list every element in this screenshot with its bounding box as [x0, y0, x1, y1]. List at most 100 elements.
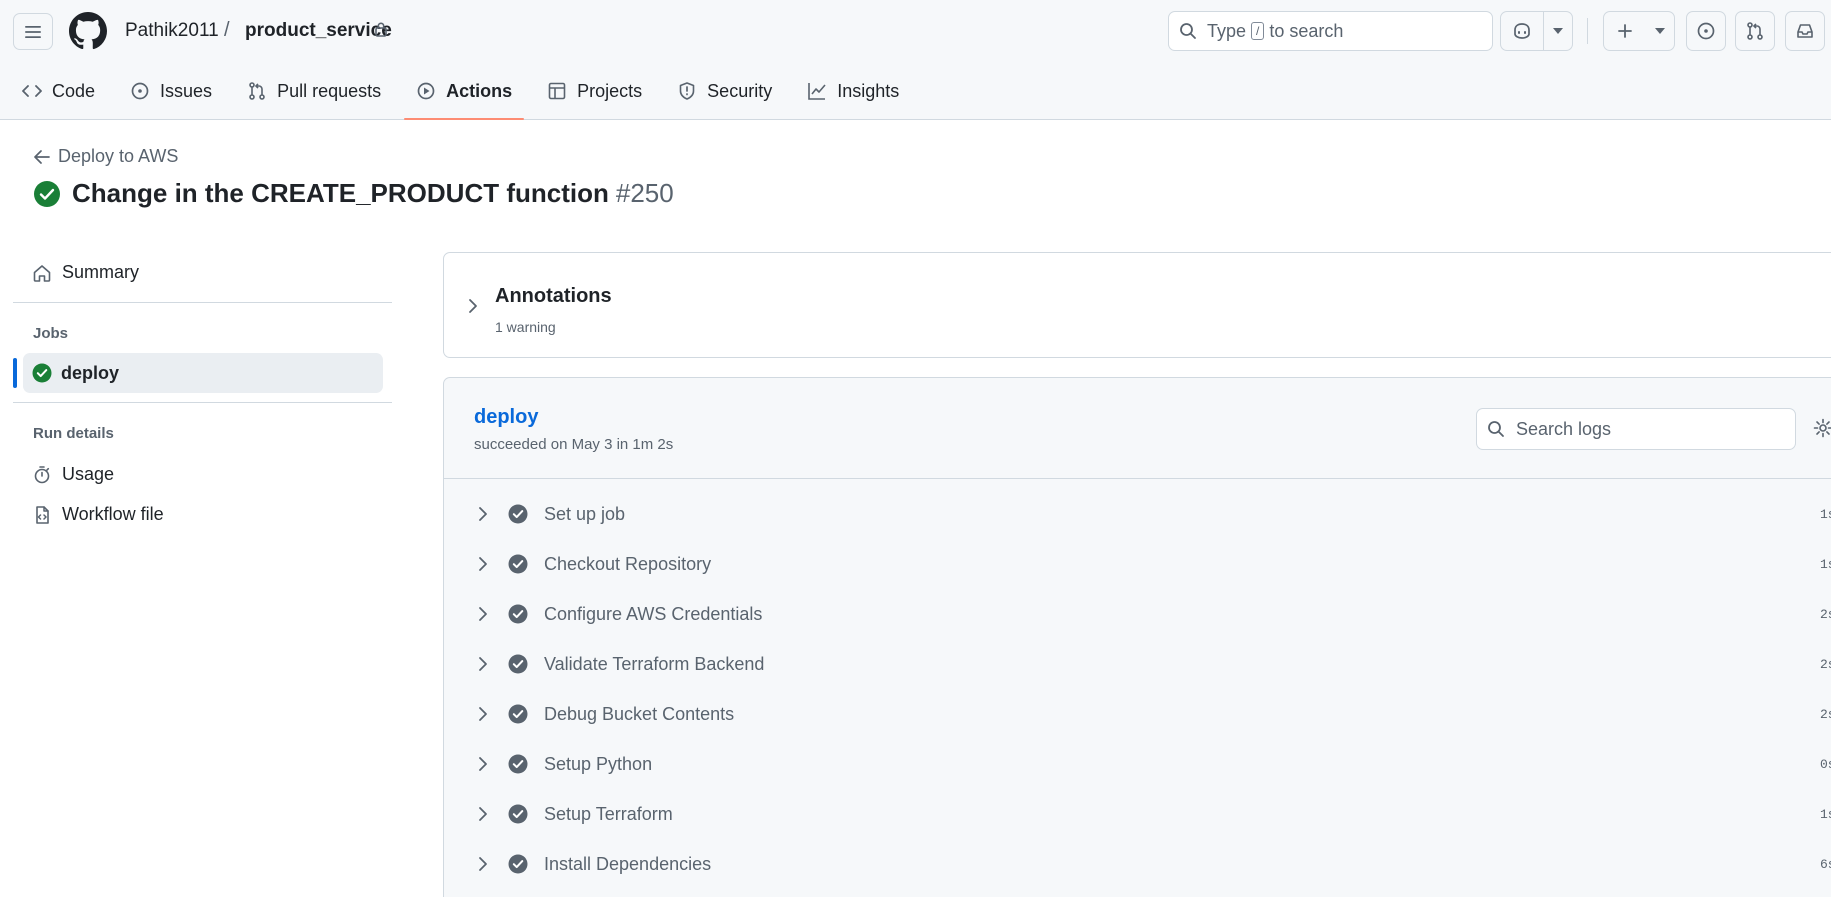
- tab-label: Pull requests: [277, 80, 382, 101]
- github-logo-icon[interactable]: [69, 12, 107, 50]
- step-label: Configure AWS Credentials: [544, 603, 763, 624]
- annotations-heading: Annotations: [495, 285, 612, 307]
- check-circle-fill-icon: [508, 704, 528, 724]
- sidebar-item-label: Usage: [62, 464, 115, 484]
- back-to-workflow-link[interactable]: Deploy to AWS: [34, 146, 178, 167]
- lock-icon: [374, 21, 388, 37]
- jobs-heading: Jobs: [33, 325, 69, 342]
- step-label: Setup Python: [544, 753, 653, 774]
- step-label: Install Dependencies: [544, 853, 712, 874]
- plus-icon: [1617, 23, 1633, 39]
- sidebar-item-label: Summary: [62, 262, 140, 282]
- tab-security[interactable]: Security: [665, 68, 784, 114]
- create-dropdown[interactable]: [1646, 12, 1674, 50]
- repo-name-link[interactable]: product_service: [245, 20, 392, 42]
- table-icon: [547, 81, 577, 101]
- job-step-row[interactable]: Set up job 1s: [444, 489, 1831, 539]
- job-step-row[interactable]: Validate Terraform Backend 2s: [444, 639, 1831, 689]
- sidebar-item-workflow-file[interactable]: Workflow file: [32, 504, 164, 525]
- plus-button[interactable]: [1604, 12, 1646, 50]
- chevron-right-icon: [478, 706, 488, 722]
- chevron-right-icon: [478, 556, 488, 572]
- graph-icon: [807, 81, 837, 101]
- selected-indicator: [13, 358, 17, 388]
- copilot-icon: [1512, 22, 1532, 40]
- job-step-row[interactable]: Configure AWS Credentials 2s: [444, 589, 1831, 639]
- step-label: Setup Terraform: [544, 803, 673, 824]
- check-circle-fill-icon: [508, 504, 528, 524]
- stopwatch-icon: [32, 465, 62, 485]
- triangle-down-icon: [1655, 28, 1665, 34]
- tab-label: Security: [707, 80, 773, 101]
- pull-requests-button[interactable]: [1735, 11, 1775, 51]
- gear-icon[interactable]: [1813, 418, 1831, 438]
- shield-icon: [677, 81, 707, 101]
- workflow-name: Deploy to AWS: [58, 146, 179, 166]
- arrow-left-icon: [34, 149, 58, 164]
- chevron-right-icon: [478, 506, 488, 522]
- job-step-row[interactable]: Setup Python 0s: [444, 739, 1831, 789]
- check-circle-fill-icon: [508, 554, 528, 574]
- tab-projects[interactable]: Projects: [535, 68, 654, 114]
- job-name-link[interactable]: deploy: [474, 406, 538, 429]
- sidebar-divider: [13, 302, 392, 303]
- tab-pull-requests[interactable]: Pull requests: [235, 68, 393, 114]
- search-icon: [1487, 420, 1516, 438]
- repo-owner-link[interactable]: Pathik2011: [125, 20, 219, 42]
- check-circle-fill-icon: [508, 604, 528, 624]
- git-pull-request-icon: [247, 81, 277, 101]
- sidebar-item-deploy-job[interactable]: deploy: [23, 353, 383, 393]
- copilot-button-group: [1500, 11, 1573, 51]
- inbox-button[interactable]: [1785, 11, 1825, 51]
- play-icon: [416, 81, 446, 101]
- breadcrumb-separator: /: [224, 19, 230, 41]
- job-step-row[interactable]: Setup Terraform 1s: [444, 789, 1831, 839]
- repo-nav: Code Issues Pull requests Actions Projec…: [10, 68, 922, 120]
- step-duration: 2s: [1820, 656, 1831, 672]
- job-step-row[interactable]: Install Dependencies 6s: [444, 839, 1831, 889]
- step-duration: 0s: [1820, 756, 1831, 772]
- create-new-button[interactable]: [1603, 11, 1675, 51]
- tab-actions[interactable]: Actions: [404, 68, 525, 120]
- copilot-button[interactable]: [1501, 12, 1543, 50]
- run-details-heading: Run details: [33, 425, 114, 442]
- menu-button[interactable]: [13, 13, 53, 50]
- global-header: Pathik2011 / product_service Type / to s…: [0, 0, 1831, 120]
- sidebar-divider: [13, 402, 392, 403]
- check-circle-fill-icon: [508, 654, 528, 674]
- chevron-right-icon: [478, 656, 488, 672]
- check-circle-fill-icon: [32, 363, 61, 383]
- tab-insights[interactable]: Insights: [795, 68, 911, 114]
- run-title-text: Change in the CREATE_PRODUCT function: [72, 178, 609, 208]
- tab-label: Projects: [577, 80, 643, 101]
- step-duration: 2s: [1820, 606, 1831, 622]
- job-step-row[interactable]: Debug Bucket Contents 2s: [444, 689, 1831, 739]
- tab-code[interactable]: Code: [10, 68, 107, 114]
- check-circle-fill-icon: [508, 854, 528, 874]
- step-duration: 1s: [1820, 506, 1831, 522]
- annotations-panel[interactable]: Annotations 1 warning: [443, 252, 1831, 358]
- code-icon: [22, 83, 52, 99]
- job-step-row[interactable]: Checkout Repository 1s: [444, 539, 1831, 589]
- inbox-icon: [1795, 21, 1815, 41]
- global-search-input[interactable]: Type / to search: [1168, 11, 1493, 51]
- check-circle-fill-icon: [508, 754, 528, 774]
- tab-issues[interactable]: Issues: [118, 68, 224, 114]
- step-label: Set up job: [544, 503, 626, 524]
- issues-button[interactable]: [1686, 11, 1726, 51]
- search-prefix-text: Type: [1207, 20, 1247, 41]
- step-duration: 1s: [1820, 556, 1831, 572]
- annotations-count: 1 warning: [495, 319, 556, 335]
- run-number: #250: [615, 178, 674, 208]
- copilot-dropdown-button[interactable]: [1543, 12, 1572, 50]
- triangle-down-icon: [1553, 28, 1564, 34]
- step-label: Validate Terraform Backend: [544, 653, 765, 674]
- issue-opened-icon: [1696, 21, 1716, 41]
- tab-label: Insights: [837, 80, 900, 101]
- step-label: Checkout Repository: [544, 553, 712, 574]
- job-header: deploy succeeded on May 3 in 1m 2s Searc…: [444, 378, 1831, 479]
- search-shortcut-key: /: [1251, 22, 1265, 40]
- sidebar-item-summary[interactable]: Summary: [32, 262, 139, 283]
- search-logs-input[interactable]: Search logs: [1476, 408, 1796, 450]
- sidebar-item-usage[interactable]: Usage: [32, 464, 114, 485]
